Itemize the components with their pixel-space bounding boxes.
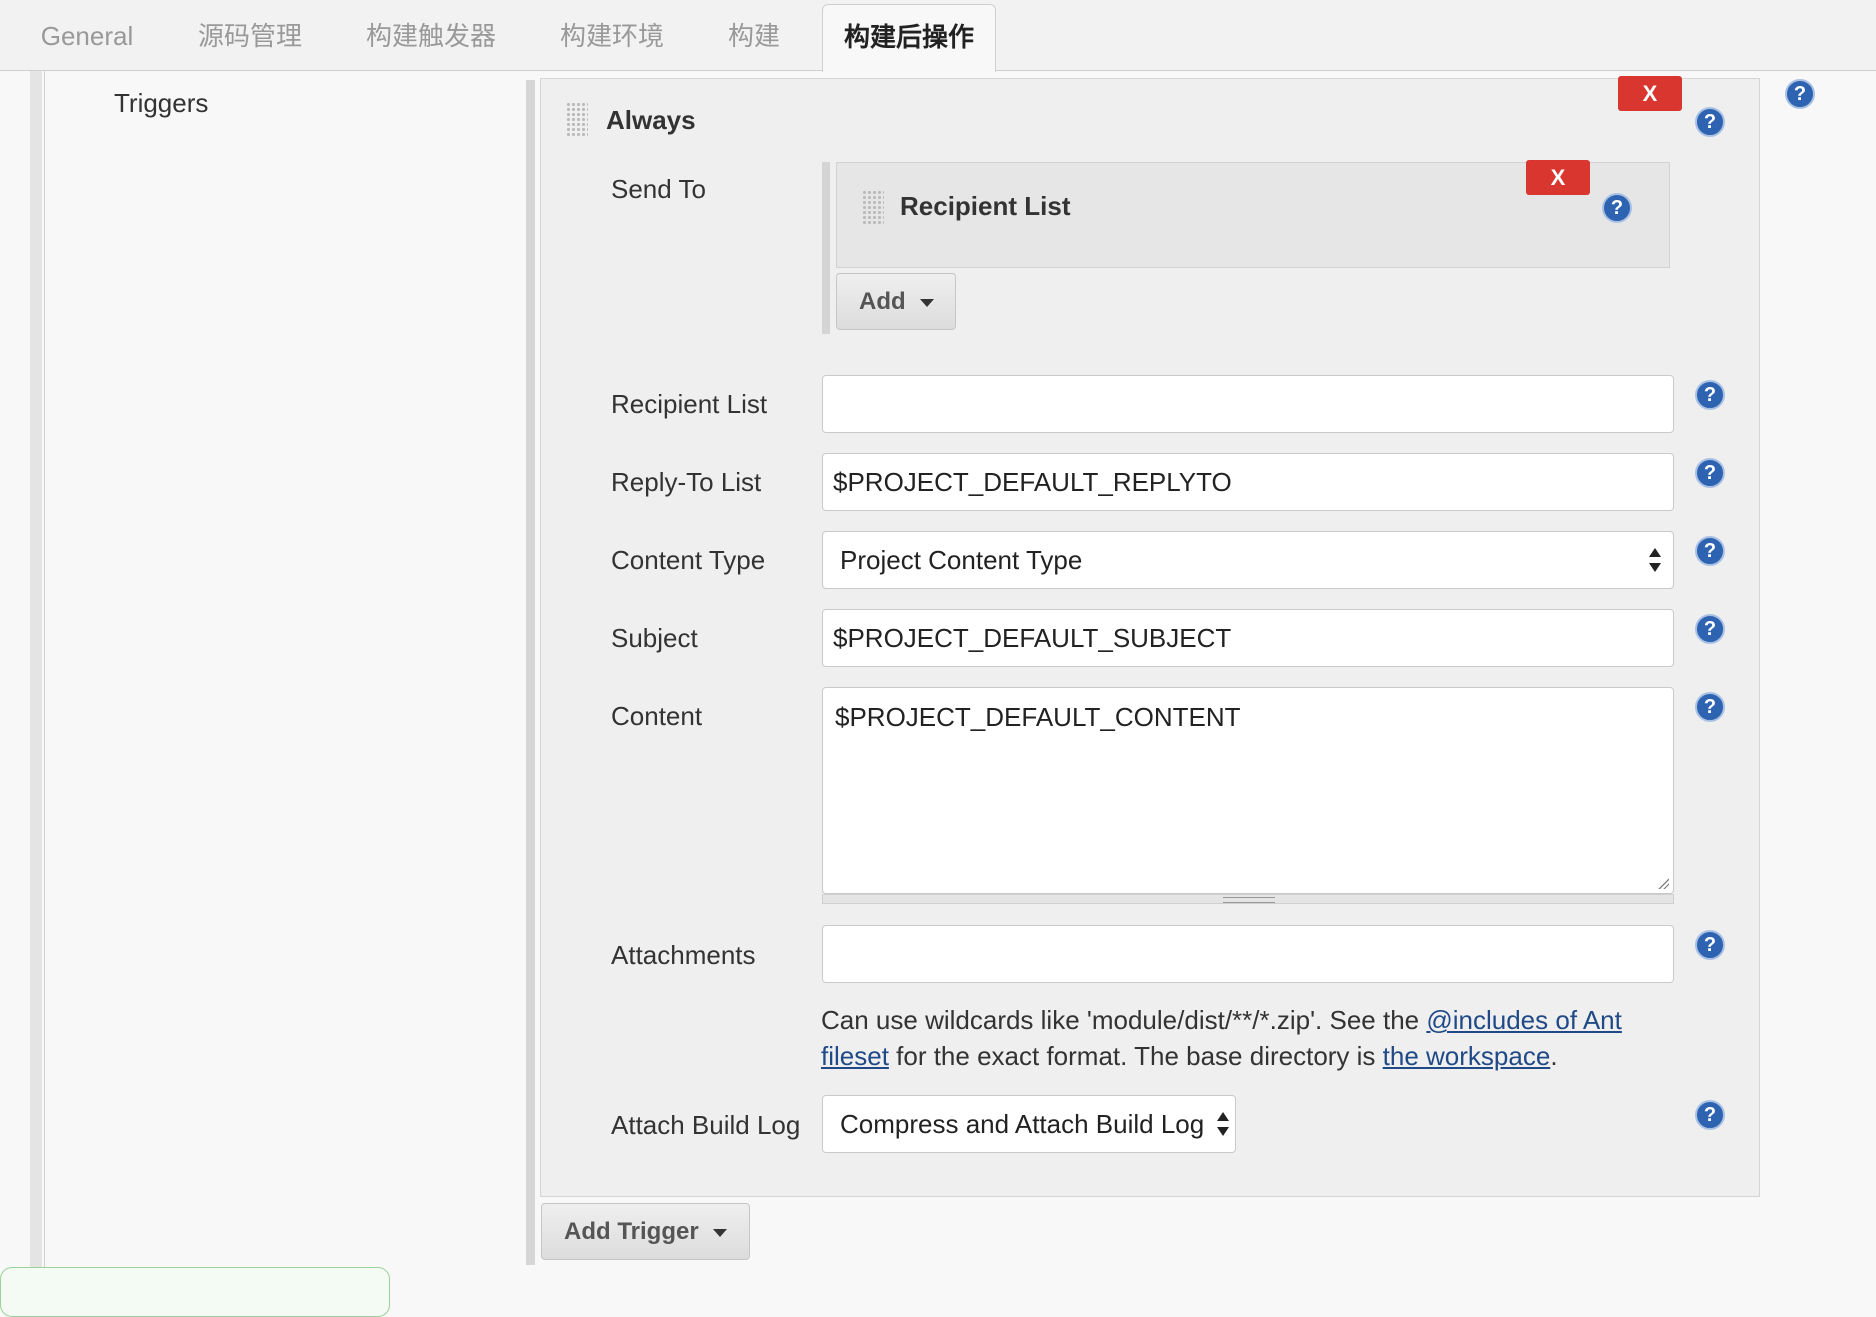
triggers-indent-bar [526,80,535,1265]
reply-to-help-icon[interactable]: ? [1695,458,1725,488]
content-type-value: Project Content Type [840,545,1083,575]
select-arrows-icon [1217,1110,1229,1138]
trigger-help-icon[interactable]: ? [1695,107,1725,137]
tab-general[interactable]: General [22,0,152,70]
caret-down-icon [712,1228,727,1237]
hint-text-middle: for the exact format. The base directory… [888,1041,1383,1071]
tab-build-triggers[interactable]: 构建触发器 [348,0,514,70]
attach-build-log-help-icon[interactable]: ? [1695,1100,1725,1130]
attach-build-log-label: Attach Build Log [611,1110,801,1140]
recipient-help-icon[interactable]: ? [1602,193,1632,223]
tab-post-build-actions[interactable]: 构建后操作 [822,4,996,72]
add-button-label: Add [859,288,906,315]
attachments-hint: Can use wildcards like 'module/dist/**/*… [821,1002,1681,1074]
select-arrows-icon [1649,546,1661,574]
attach-build-log-select[interactable]: Compress and Attach Build Log [822,1095,1236,1153]
subject-label: Subject [611,623,698,653]
content-textarea[interactable]: $PROJECT_DEFAULT_CONTENT [822,687,1674,894]
tab-bar: General 源码管理 构建触发器 构建环境 构建 构建后操作 [0,0,1876,72]
resize-handle-icon[interactable] [1657,877,1669,889]
recipient-list-input[interactable] [822,375,1674,433]
remove-trigger-button[interactable]: X [1618,76,1682,111]
attachments-help-icon[interactable]: ? [1695,930,1725,960]
recipient-drag-handle-icon[interactable] [862,190,884,224]
reply-to-label: Reply-To List [611,467,762,497]
add-recipient-button[interactable]: Add [836,273,956,330]
textarea-expand-bar[interactable] [822,894,1674,904]
hint-text-prefix: Can use wildcards like 'module/dist/**/*… [821,1005,1427,1035]
section-indent-bar [30,71,42,1300]
drag-handle-icon[interactable] [566,102,588,136]
tab-build-environment[interactable]: 构建环境 [544,0,680,70]
trigger-title: Always [606,105,696,135]
notification-box [0,1267,390,1317]
workspace-link[interactable]: the workspace [1383,1041,1551,1071]
content-value: $PROJECT_DEFAULT_CONTENT [835,702,1241,732]
content-label: Content [611,701,703,731]
attachments-label: Attachments [611,940,756,970]
send-to-indent-bar [822,162,830,334]
recipient-list-help-icon[interactable]: ? [1695,380,1725,410]
reply-to-input[interactable]: $PROJECT_DEFAULT_REPLYTO [822,453,1674,511]
triggers-help-icon[interactable]: ? [1785,79,1815,109]
attach-build-log-value: Compress and Attach Build Log [840,1109,1205,1139]
recipient-list-label: Recipient List [611,389,768,419]
content-type-select[interactable]: Project Content Type [822,531,1674,589]
triggers-label: Triggers [114,88,209,118]
tab-source-control[interactable]: 源码管理 [180,0,320,70]
attachments-input[interactable] [822,925,1674,983]
tab-build[interactable]: 构建 [706,0,802,70]
send-to-label: Send To [611,174,706,204]
remove-recipient-button[interactable]: X [1526,160,1590,195]
hint-text-suffix: . [1550,1041,1558,1071]
add-trigger-label: Add Trigger [564,1218,699,1245]
caret-down-icon [919,298,934,307]
subject-input[interactable]: $PROJECT_DEFAULT_SUBJECT [822,609,1674,667]
section-divider [44,71,45,1300]
content-help-icon[interactable]: ? [1695,692,1725,722]
add-trigger-button[interactable]: Add Trigger [541,1203,750,1260]
content-type-label: Content Type [611,545,766,575]
subject-help-icon[interactable]: ? [1695,614,1725,644]
content-type-help-icon[interactable]: ? [1695,536,1725,566]
recipient-panel-title: Recipient List [900,191,1071,221]
grip-lines-icon [1223,897,1275,903]
